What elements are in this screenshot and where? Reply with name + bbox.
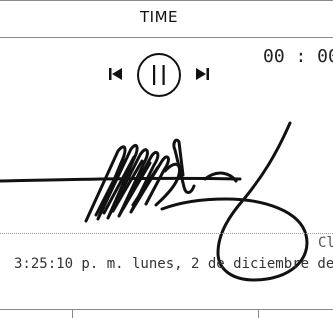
bottom-divider — [0, 309, 333, 310]
play-pause-button[interactable] — [134, 52, 184, 98]
skip-previous-icon — [109, 68, 122, 80]
column-divider — [72, 310, 73, 318]
top-border — [0, 0, 333, 1]
pause-icon — [137, 53, 181, 97]
timer-readout: 00 : 00 — [263, 46, 333, 67]
skip-next-icon — [196, 68, 209, 80]
header-divider — [0, 37, 333, 38]
column-divider — [258, 310, 259, 318]
caption-label: Cl — [318, 235, 333, 251]
timestamp: 3:25:10 p. m. lunes, 2 de diciembre de — [14, 256, 333, 272]
dotted-divider — [0, 233, 333, 234]
page-title: TIME — [139, 8, 178, 26]
next-button[interactable] — [194, 66, 210, 82]
previous-button[interactable] — [108, 66, 124, 82]
